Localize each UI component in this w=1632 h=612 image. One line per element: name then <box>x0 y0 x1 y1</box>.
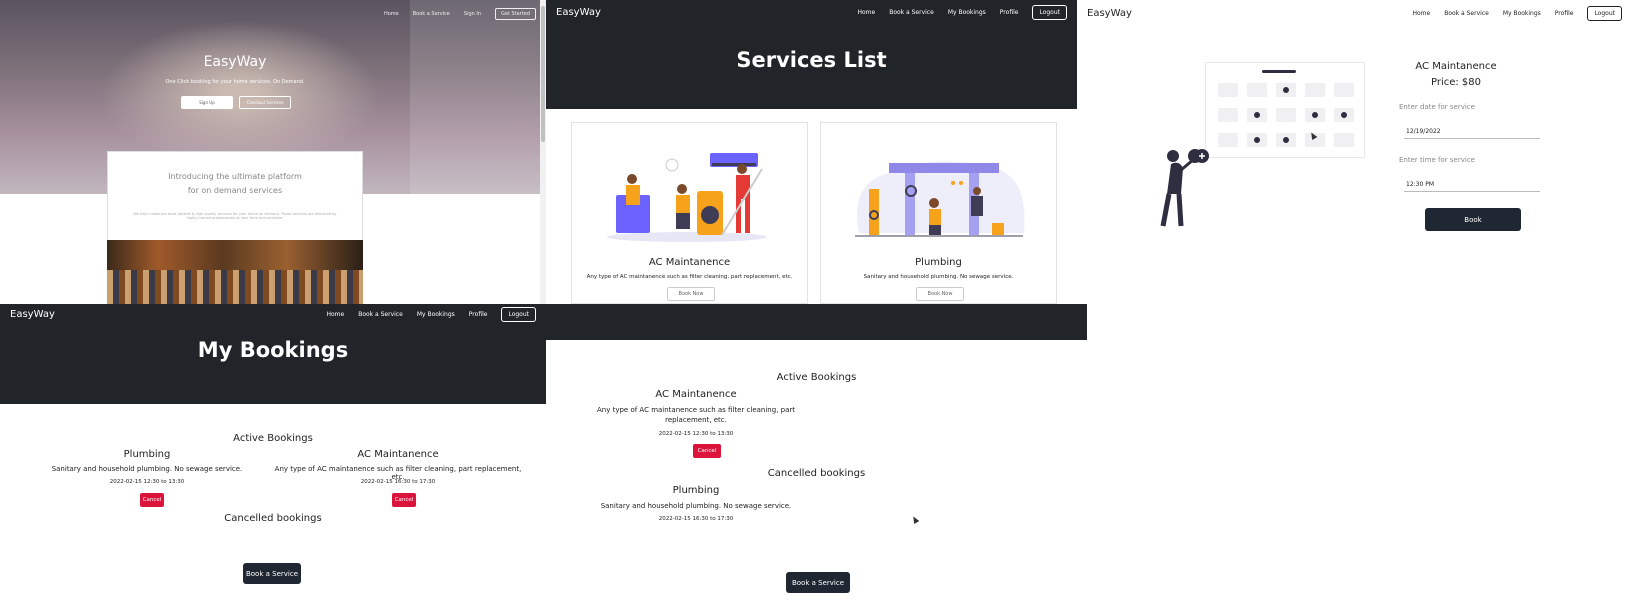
booking-time: 2022-02-15 16:30 to 17:30 <box>658 516 734 522</box>
navbar: EasyWay Home Book a Service My Bookings … <box>0 304 546 324</box>
landing-panel: Home Book a Service Sign In Get Started … <box>0 0 546 304</box>
booking-name: Plumbing <box>123 449 171 460</box>
nav-profile[interactable]: Profile <box>469 311 488 318</box>
booking-description-line2: replacement, etc. <box>665 416 727 424</box>
service-price: Price: $80 <box>1430 77 1482 88</box>
person-illustration <box>1160 149 1209 227</box>
cancel-button[interactable]: Cancel <box>693 444 721 458</box>
hero-buttons: Sign Up Checkout Services <box>181 96 291 109</box>
sign-up-button[interactable]: Sign Up <box>181 96 233 109</box>
logout-button[interactable]: Logout <box>501 306 536 322</box>
logout-button[interactable]: Logout <box>1032 4 1067 20</box>
book-now-button[interactable]: Book Now <box>667 287 715 301</box>
time-input[interactable]: 12:30 PM <box>1404 178 1540 192</box>
calendar-bar <box>1262 70 1296 73</box>
nav-sign-in[interactable]: Sign In <box>464 11 481 17</box>
active-bookings-title: Active Bookings <box>776 372 857 383</box>
booking-name: AC Maintanence <box>655 389 737 400</box>
nav-get-started[interactable]: Get Started <box>495 8 536 20</box>
plumbing-illustration <box>855 161 1025 237</box>
booking-name: Plumbing <box>672 485 720 496</box>
booking-description: Sanitary and household plumbing. No sewa… <box>51 465 243 473</box>
mouse-cursor-icon <box>910 514 920 525</box>
checkout-services-button[interactable]: Checkout Services <box>239 96 291 109</box>
intro-title: Introducing the ultimate platform for on… <box>108 170 362 198</box>
service-card-ac: AC Maintanence Any type of AC maintanenc… <box>571 122 808 304</box>
nav-profile[interactable]: Profile <box>1000 9 1019 16</box>
nav-my-bookings[interactable]: My Bookings <box>417 311 455 318</box>
time-label: Enter time for service <box>1399 156 1475 164</box>
landing-navbar: Home Book a Service Sign In Get Started <box>384 8 536 20</box>
brand-logo[interactable]: EasyWay <box>10 309 55 320</box>
scrollbar-thumb[interactable] <box>541 6 545 142</box>
booking-description-line1: Any type of AC maintanence such as filte… <box>596 406 795 414</box>
hero-window-light <box>410 0 540 194</box>
nav-home[interactable]: Home <box>857 9 875 16</box>
booking-time: 2022-02-15 16:30 to 17:30 <box>360 479 436 485</box>
page-title: Services List <box>736 48 887 72</box>
my-bookings-updated-panel: Active Bookings AC Maintanence Any type … <box>546 304 1087 612</box>
nav-links: Home Book a Service My Bookings Profile … <box>326 306 536 322</box>
cancel-button[interactable]: Cancel <box>392 493 416 507</box>
book-a-service-button[interactable]: Book a Service <box>243 563 301 584</box>
logout-button[interactable]: Logout <box>1587 5 1622 21</box>
nav-my-bookings[interactable]: My Bookings <box>1503 10 1541 17</box>
service-description: Sanitary and household plumbing. No sewa… <box>863 274 1014 280</box>
nav-book-service[interactable]: Book a Service <box>889 9 934 16</box>
booking-name: AC Maintanence <box>357 449 439 460</box>
nav-profile[interactable]: Profile <box>1555 10 1574 17</box>
service-card-plumbing: Plumbing Sanitary and household plumbing… <box>820 122 1057 304</box>
calendar-illustration <box>1205 62 1365 158</box>
nav-home[interactable]: Home <box>326 311 344 318</box>
active-bookings-title: Active Bookings <box>233 433 313 444</box>
book-button[interactable]: Book <box>1425 208 1521 231</box>
cancelled-bookings-title: Cancelled bookings <box>767 468 866 479</box>
hero-title: EasyWay <box>203 54 267 70</box>
booking-time: 2022-02-15 12:30 to 13:30 <box>658 431 734 437</box>
nav-my-bookings[interactable]: My Bookings <box>948 9 986 16</box>
service-title: AC Maintanence <box>1415 61 1497 72</box>
calendar-grid <box>1218 83 1354 147</box>
nav-links: Home Book a Service My Bookings Profile … <box>857 4 1067 20</box>
brand-logo[interactable]: EasyWay <box>556 7 601 18</box>
intro-card: Introducing the ultimate platform for on… <box>107 151 363 251</box>
hero-glow <box>100 20 380 170</box>
date-input[interactable]: 12/19/2022 <box>1404 125 1540 139</box>
intro-title-line1: Introducing the ultimate platform <box>168 172 302 181</box>
intro-title-line2: for on demand services <box>187 186 283 195</box>
bookings-header <box>546 304 1087 340</box>
my-bookings-panel: EasyWay Home Book a Service My Bookings … <box>0 304 546 612</box>
brand-logo[interactable]: EasyWay <box>1087 8 1132 19</box>
intro-photo <box>107 240 363 304</box>
book-a-service-button[interactable]: Book a Service <box>786 572 850 593</box>
book-now-button[interactable]: Book Now <box>916 287 964 301</box>
ac-illustration <box>607 153 767 242</box>
nav-book-service[interactable]: Book a Service <box>358 311 403 318</box>
services-header: EasyWay Home Book a Service My Bookings … <box>546 0 1077 109</box>
services-panel: EasyWay Home Book a Service My Bookings … <box>546 0 1077 304</box>
nav-links: Home Book a Service My Bookings Profile … <box>1412 5 1622 21</box>
booking-description: Sanitary and household plumbing. No sewa… <box>600 502 792 510</box>
hero-subtitle: One Click booking for your home services… <box>165 79 305 85</box>
navbar: EasyWay Home Book a Service My Bookings … <box>546 0 1077 24</box>
bookings-header: EasyWay Home Book a Service My Bookings … <box>0 304 546 404</box>
cancel-button[interactable]: Cancel <box>140 493 164 507</box>
service-name: Plumbing <box>915 257 962 268</box>
nav-home[interactable]: Home <box>1412 10 1430 17</box>
navbar: EasyWay Home Book a Service My Bookings … <box>1077 0 1632 26</box>
intro-text: We help customers book reliable & high q… <box>133 212 337 220</box>
cancelled-bookings-title: Cancelled bookings <box>224 513 322 524</box>
booking-form-panel: EasyWay Home Book a Service My Bookings … <box>1077 0 1632 304</box>
service-name: AC Maintanence <box>648 257 731 268</box>
booking-time: 2022-02-15 12:30 to 13:30 <box>109 479 185 485</box>
nav-home[interactable]: Home <box>384 11 399 17</box>
date-label: Enter date for service <box>1399 103 1475 111</box>
nav-book-service[interactable]: Book a Service <box>1444 10 1489 17</box>
service-description: Any type of AC maintanence such as filte… <box>586 274 793 280</box>
page-title: My Bookings <box>197 338 349 362</box>
nav-book-service[interactable]: Book a Service <box>413 11 450 17</box>
